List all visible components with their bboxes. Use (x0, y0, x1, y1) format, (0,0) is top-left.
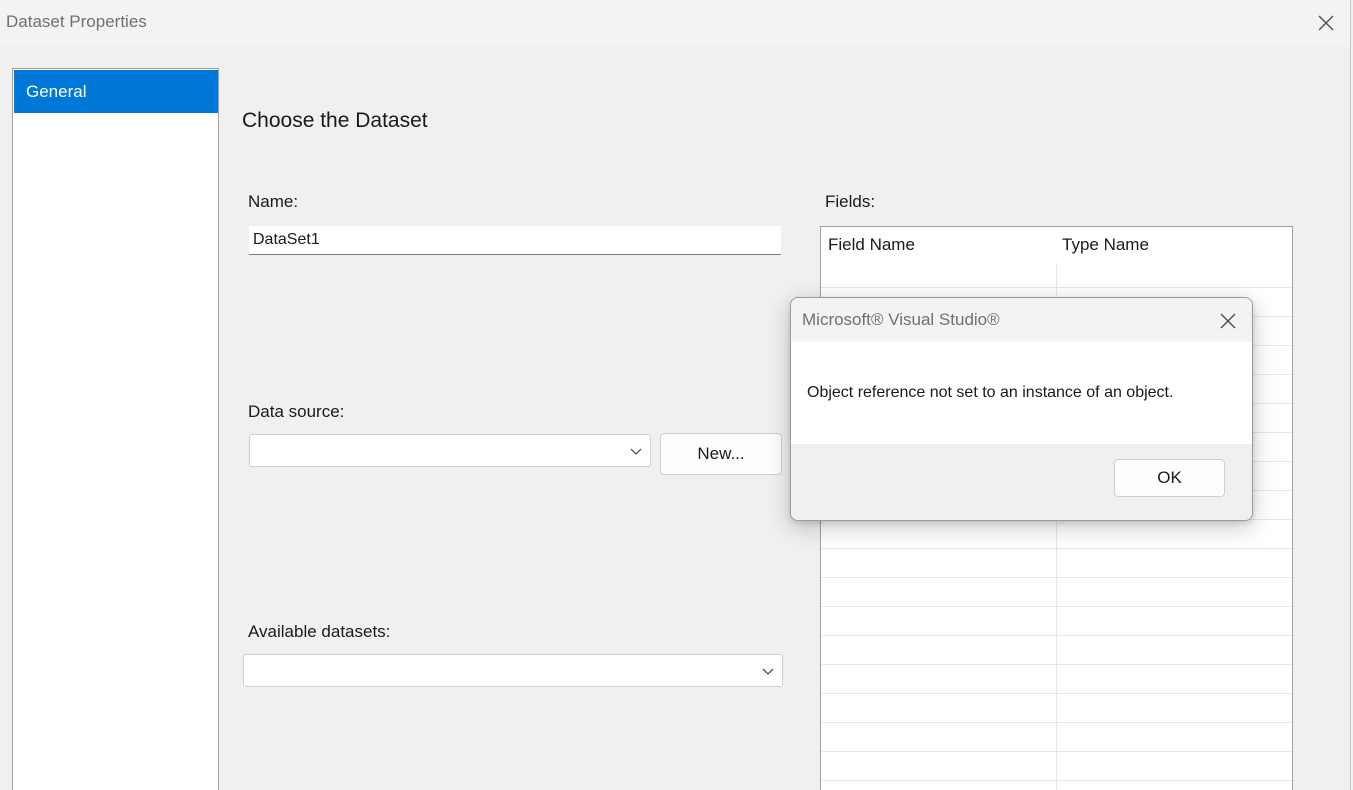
nav-item-general[interactable]: General (14, 70, 218, 113)
data-source-dropdown[interactable] (249, 434, 651, 467)
available-datasets-dropdown[interactable] (243, 654, 783, 687)
close-icon (1220, 313, 1236, 329)
column-header-type-name[interactable]: Type Name (1062, 227, 1149, 263)
dialog-close-button[interactable] (1211, 305, 1245, 337)
table-row[interactable] (821, 606, 1292, 635)
ok-button[interactable]: OK (1114, 459, 1225, 497)
dialog-titlebar: Microsoft® Visual Studio® (791, 298, 1252, 342)
dialog-footer: OK (791, 444, 1252, 520)
close-icon (1318, 15, 1334, 31)
table-row[interactable] (821, 780, 1292, 790)
new-data-source-button[interactable]: New... (660, 433, 782, 475)
chevron-down-icon (762, 668, 774, 675)
column-header-field-name[interactable]: Field Name (828, 227, 915, 263)
table-row[interactable] (821, 635, 1292, 664)
table-row[interactable] (821, 693, 1292, 722)
table-row[interactable] (821, 577, 1292, 606)
error-dialog: Microsoft® Visual Studio® Object referen… (790, 297, 1253, 521)
table-row[interactable] (821, 751, 1292, 780)
name-input[interactable] (249, 226, 781, 255)
fields-grid-header: Field Name Type Name (821, 227, 1292, 263)
dialog-body: Object reference not set to an instance … (791, 342, 1252, 444)
table-row[interactable] (821, 548, 1292, 577)
table-row[interactable] (821, 664, 1292, 693)
available-datasets-label: Available datasets: (248, 622, 391, 641)
nav-panel: General (12, 68, 219, 790)
window-titlebar: Dataset Properties (0, 0, 1350, 46)
data-source-label: Data source: (248, 402, 345, 421)
table-row[interactable] (821, 722, 1292, 751)
table-row[interactable] (821, 519, 1292, 548)
dialog-title: Microsoft® Visual Studio® (802, 310, 1000, 329)
fields-label: Fields: (825, 192, 876, 211)
dialog-message: Object reference not set to an instance … (807, 384, 1174, 401)
window-title: Dataset Properties (6, 12, 147, 31)
page-heading: Choose the Dataset (242, 109, 428, 132)
name-label: Name: (248, 192, 299, 211)
chevron-down-icon (630, 448, 642, 455)
dataset-properties-window: Dataset Properties General Choose the Da… (0, 0, 1351, 790)
window-close-button[interactable] (1308, 6, 1344, 40)
